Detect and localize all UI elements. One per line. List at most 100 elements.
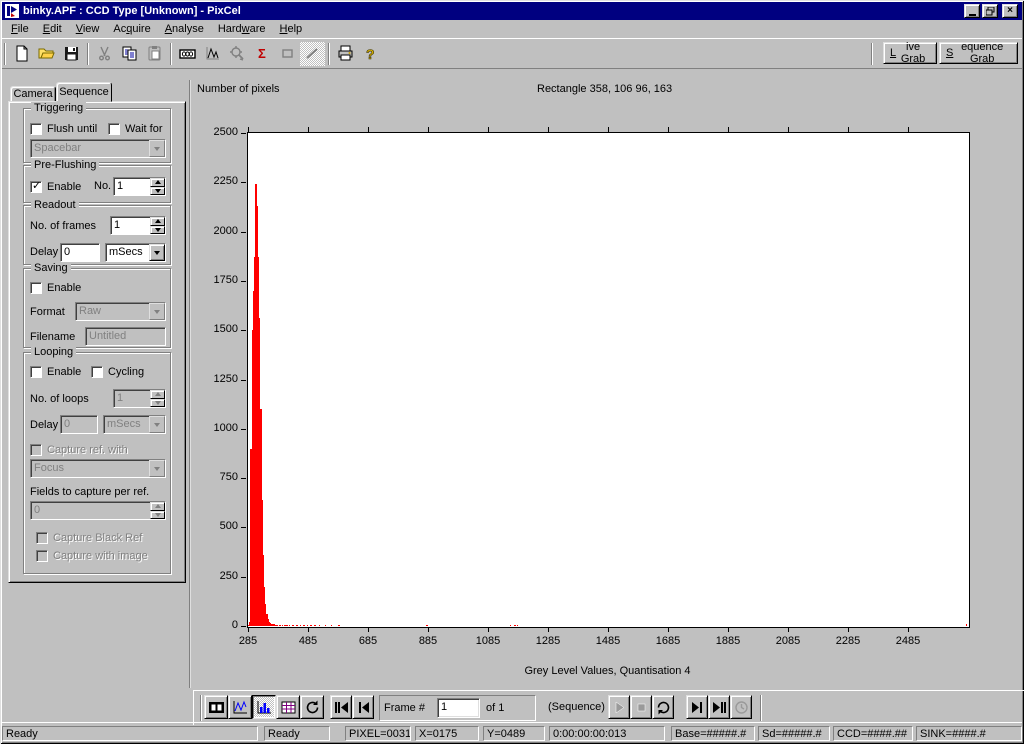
timer-button xyxy=(730,695,752,719)
capture-with-image-checkbox: Capture with image xyxy=(36,549,148,562)
first-frame-button[interactable] xyxy=(330,695,352,719)
panel-chart-divider xyxy=(189,80,191,688)
wait-for-checkbox[interactable]: Wait for xyxy=(108,122,163,135)
live-grab-button[interactable]: Live Grab xyxy=(883,42,937,64)
x-tick xyxy=(428,627,429,632)
sequence-view-button[interactable] xyxy=(204,695,228,719)
x-tick-label: 2285 xyxy=(824,635,872,647)
trigger-source-combo: Spacebar xyxy=(30,139,166,158)
copy-button[interactable] xyxy=(117,42,142,66)
rectangle-tool-button xyxy=(275,42,300,66)
y-tick xyxy=(241,133,246,134)
format-combo: Raw xyxy=(75,302,166,321)
last-frame-button[interactable] xyxy=(708,695,730,719)
tab-camera[interactable]: Camera xyxy=(10,86,56,102)
x-tick xyxy=(788,627,789,632)
sequence-grab-button[interactable]: Sequence Grab xyxy=(939,42,1018,64)
x-tick-top xyxy=(848,127,849,132)
help-icon: ? xyxy=(362,45,379,62)
paste-button xyxy=(142,42,167,66)
open-button[interactable] xyxy=(34,42,59,66)
checkbox-label: Enable xyxy=(47,181,81,193)
spin-up-icon[interactable] xyxy=(150,217,165,226)
chevron-down-icon[interactable] xyxy=(149,244,165,261)
readout-delay-units-combo[interactable]: mSecs xyxy=(105,243,166,262)
toolbar-separator xyxy=(200,695,202,721)
y-tick xyxy=(241,577,246,578)
x-tick-top xyxy=(608,127,609,132)
table-view-button[interactable] xyxy=(276,695,300,719)
profile-view-button[interactable] xyxy=(228,695,252,719)
statistics-button[interactable]: Σ xyxy=(250,42,275,66)
menu-item-analyse[interactable]: Analyse xyxy=(158,21,211,37)
help-button[interactable]: ? xyxy=(358,42,383,66)
pre-flush-count-spinner[interactable]: 1 xyxy=(113,177,166,196)
spin-up-icon[interactable] xyxy=(150,178,165,187)
menu-bar: FileEditViewAcquireAnalyseHardwareHelp xyxy=(2,20,1022,38)
refresh-view-button[interactable] xyxy=(300,695,324,719)
menu-item-file[interactable]: File xyxy=(4,21,36,37)
minimize-button[interactable] xyxy=(964,4,980,18)
looping-enable-checkbox[interactable]: Enable xyxy=(30,365,81,378)
sequence-toolbar: Frame # 1 of 1 (Sequence) xyxy=(193,690,1024,725)
graph-view-button[interactable] xyxy=(200,42,225,66)
menu-item-hardware[interactable]: Hardware xyxy=(211,21,273,37)
y-tick xyxy=(241,182,246,183)
previous-frame-button[interactable] xyxy=(352,695,374,719)
y-tick xyxy=(241,232,246,233)
pre-flush-enable-checkbox[interactable]: ✓ Enable xyxy=(30,180,81,193)
checkbox-box xyxy=(108,123,120,135)
flush-until-checkbox[interactable]: Flush until xyxy=(30,122,97,135)
pre-flushing-group-title: Pre-Flushing xyxy=(31,159,99,171)
cycling-checkbox[interactable]: Cycling xyxy=(91,365,144,378)
x-tick xyxy=(368,627,369,632)
histogram-bar xyxy=(250,449,252,626)
y-tick xyxy=(241,626,246,627)
x-tick xyxy=(668,627,669,632)
frame-number-panel: Frame # 1 of 1 xyxy=(379,695,536,721)
saving-enable-checkbox[interactable]: Enable xyxy=(30,281,81,294)
close-button[interactable]: × xyxy=(1002,4,1018,18)
status-panel-app-status: Ready xyxy=(2,726,258,741)
histogram-bar xyxy=(277,625,279,626)
print-button[interactable] xyxy=(333,42,358,66)
save-button[interactable] xyxy=(59,42,84,66)
filename-field: Untitled xyxy=(85,327,166,346)
chevron-down-icon xyxy=(149,303,165,320)
menu-item-view[interactable]: View xyxy=(69,21,107,37)
frame-number-input[interactable]: 1 xyxy=(437,698,480,718)
tab-sequence[interactable]: Sequence xyxy=(56,82,112,102)
histogram-bar xyxy=(262,555,264,626)
histogram-bar xyxy=(284,625,286,626)
readout-group: Readout No. of frames 1 Delay 0 mSecs xyxy=(23,205,171,265)
histogram-bar xyxy=(255,184,257,626)
ccd-readout-button[interactable] xyxy=(175,42,200,66)
stop-button xyxy=(630,695,652,719)
histogram-view-button[interactable] xyxy=(252,695,276,719)
spin-down-icon[interactable] xyxy=(150,226,165,235)
chart-y-title: Number of pixels xyxy=(197,83,280,95)
check-icon: ✓ xyxy=(32,179,41,192)
menu-item-help[interactable]: Help xyxy=(273,21,310,37)
toolbar-separator xyxy=(760,695,762,721)
menu-item-acquire[interactable]: Acquire xyxy=(106,21,157,37)
spin-down-icon[interactable] xyxy=(150,187,165,196)
spin-down-icon xyxy=(150,511,165,520)
pixcel-window: binky.APF : CCD Type [Unknown] - PixCel … xyxy=(0,0,1024,744)
delay-label: Delay xyxy=(30,246,58,258)
loop-button[interactable] xyxy=(652,695,674,719)
new-button[interactable] xyxy=(9,42,34,66)
process-button xyxy=(225,42,250,66)
status-panel-camera-status: Ready xyxy=(264,726,330,741)
menu-item-edit[interactable]: Edit xyxy=(36,21,69,37)
next-frame-button[interactable] xyxy=(686,695,708,719)
readout-delay-field[interactable]: 0 xyxy=(60,243,100,262)
y-tick xyxy=(241,281,246,282)
y-tick-label: 2500 xyxy=(198,126,238,138)
capture-ref-source-combo: Focus xyxy=(30,459,166,478)
restore-button[interactable] xyxy=(982,4,998,18)
status-panel-sink-value: SINK=####.# xyxy=(916,726,1022,741)
frame-of-label: of 1 xyxy=(486,702,504,714)
frames-spinner[interactable]: 1 xyxy=(110,216,166,235)
checkbox-box xyxy=(36,532,48,544)
